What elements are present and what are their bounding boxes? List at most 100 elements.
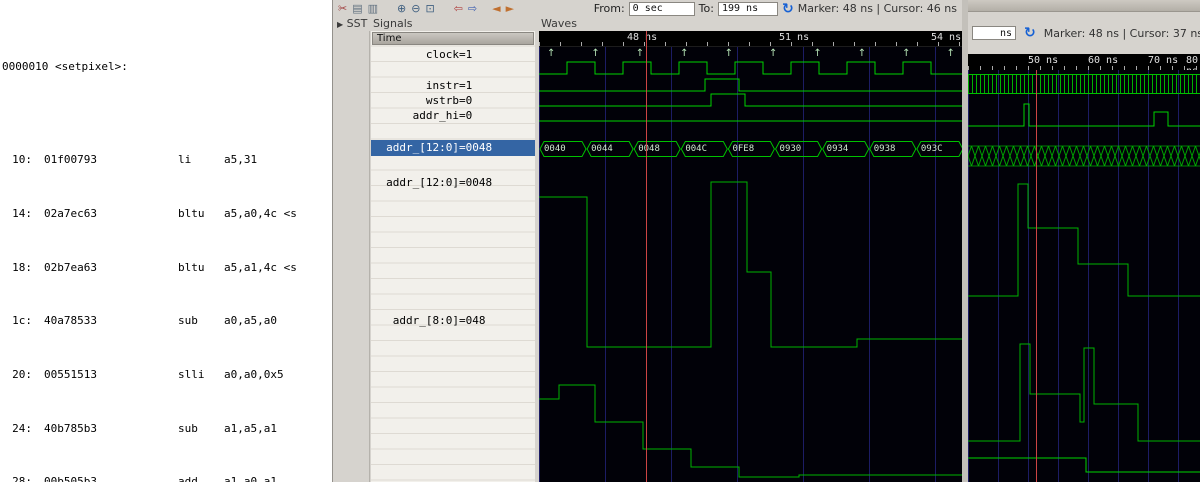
bus-value: 0044 — [591, 144, 613, 154]
shift-left-icon[interactable]: ◄ — [492, 3, 500, 14]
sst-expander[interactable]: ▶ SST — [337, 17, 367, 30]
bus-value-labels: 0040 0044 0048 004C 0FE8 0930 0934 0938 093C — [539, 141, 963, 157]
asm-opcode: 40b785b3 — [44, 421, 97, 435]
asm-line: 18: 02b7ea63 bltu a5,a1,4c <s — [2, 261, 340, 274]
window-titlebar[interactable] — [968, 0, 1200, 12]
wave-analog-spike-1 — [968, 183, 1200, 297]
timescale: 48 ns 51 ns 54 ns — [539, 31, 963, 47]
asm-mnemonic: bltu — [178, 207, 205, 221]
asm-operands: a5,a0,4c <s — [224, 207, 297, 221]
wave-instr-pulses — [968, 103, 1200, 127]
asm-line: 14: 02a7ec63 bltu a5,a0,4c <s — [2, 207, 340, 220]
secondary-waves-pane[interactable] — [968, 70, 1200, 482]
wave-flat-step — [968, 457, 1200, 473]
signal-row-instr[interactable]: instr =1 — [371, 78, 535, 93]
asm-operands: a5,a1,4c <s — [224, 260, 297, 274]
secondary-toolbar: ↻ Marker: 48 ns | Cursor: 37 ns — [968, 12, 1200, 54]
signal-row-wstrb[interactable]: wstrb =0 — [371, 93, 535, 108]
asm-line: 1c: 40a78533 sub a0,a5,a0 — [2, 314, 340, 327]
sst-pane[interactable] — [333, 31, 370, 482]
fetch-left-icon[interactable]: ⇦ — [454, 3, 463, 14]
time-range-group: From: To: ↻ Marker: 48 ns | Cursor: 46 n… — [594, 1, 957, 16]
reload-icon[interactable]: ↻ — [782, 2, 794, 16]
asm-opcode: 01f00793 — [44, 153, 97, 167]
asm-operands: a0,a0,0x5 — [224, 367, 284, 381]
bus-value: 0930 — [779, 144, 802, 154]
waves-pane-title: Waves — [541, 17, 577, 30]
disassembly-terminal[interactable]: 0000010 <setpixel>: 10: 01f00793 li a5,3… — [0, 0, 340, 482]
asm-line: 24: 40b785b3 sub a1,a5,a1 — [2, 422, 340, 435]
wave-analog-spike-2 — [968, 343, 1200, 442]
secondary-gtkwave-window: ↻ Marker: 48 ns | Cursor: 37 ns 50 ns 60… — [962, 0, 1200, 482]
asm-address: 10: — [12, 153, 32, 167]
wave-instr — [539, 78, 963, 92]
shift-right-icon[interactable]: ► — [506, 3, 514, 14]
signal-row-clock[interactable]: clock =1 — [371, 47, 535, 62]
asm-operands: a5,31 — [224, 153, 258, 167]
marker-cursor-status: Marker: 48 ns | Cursor: 46 ns — [797, 2, 957, 15]
fetch-right-icon[interactable]: ⇨ — [468, 3, 477, 14]
signals-pane-title: Signals — [373, 17, 413, 30]
from-input[interactable] — [628, 1, 695, 16]
time-column-header: Time — [372, 32, 534, 45]
asm-line: 28: 00b505b3 add a1,a0,a1 — [2, 475, 340, 482]
secondary-timescale: 50 ns 60 ns 70 ns 80 ns — [968, 54, 1200, 77]
reload-icon[interactable]: ↻ — [1024, 26, 1036, 40]
signal-row-addr-analog[interactable]: addr_[12:0] =0048 — [371, 175, 535, 190]
pane-header-bar: ▶ SST Signals Waves — [333, 17, 963, 31]
signal-row-addr-bus-selected[interactable]: addr_[12:0] =0048 — [371, 140, 535, 156]
timescale-label: 51 ns — [779, 32, 810, 43]
gtkwave-panes: Time clock =1 instr =1 wstrb =0 addr_hi =0 a… — [333, 31, 964, 482]
asm-section-label: 0000010 <setpixel>: — [2, 59, 128, 73]
copy-icon[interactable]: ▤ — [352, 3, 362, 14]
asm-line-list: 10: 01f00793 li a5,31 14: 02a7ec63 bltu … — [2, 100, 340, 482]
paste-icon[interactable]: ▥ — [368, 3, 378, 14]
wave-bus-braided — [968, 145, 1200, 167]
bus-value: 093C — [920, 144, 943, 154]
timescale-label: 48 ns — [627, 32, 658, 43]
asm-opcode: 00b505b3 — [44, 475, 97, 482]
asm-opcode: 00551513 — [44, 367, 97, 381]
asm-line: 10: 01f00793 li a5,31 — [2, 153, 340, 166]
timescale-label: 54 ns — [931, 32, 962, 43]
wave-addr8-analog — [539, 384, 963, 478]
signal-row-addr8-analog[interactable]: addr_[8:0] =048 — [371, 313, 535, 328]
gtkwave-window: ✂ ▤ ▥ ⊕ ⊖ ⊡ ⇦ ⇨ ◄ ► From: To: ↻ Marker: … — [332, 0, 963, 482]
secondary-waveform-svg — [968, 103, 1200, 473]
wave-clock — [539, 61, 963, 75]
timescale-label: 50 ns — [1028, 55, 1059, 66]
asm-address: 20: — [12, 367, 32, 381]
asm-mnemonic: sub — [178, 421, 198, 435]
asm-address: 24: — [12, 421, 32, 435]
signals-pane[interactable]: Time clock =1 instr =1 wstrb =0 addr_hi =0 a… — [371, 31, 535, 482]
wave-clock-dense — [968, 74, 1200, 94]
marker-cursor-status: Marker: 48 ns | Cursor: 37 ns — [1043, 26, 1200, 40]
to-input[interactable] — [717, 1, 778, 16]
timescale-label: 60 ns — [1088, 55, 1119, 66]
asm-opcode: 40a78533 — [44, 314, 97, 328]
bus-value: 0934 — [826, 144, 849, 154]
bus-value: 0FE8 — [732, 144, 755, 154]
wave-wstrb — [539, 93, 963, 107]
waves-pane[interactable]: 48 ns 51 ns 54 ns ↑ ↑ ↑ ↑ ↑ ↑ ↑ ↑ ↑ ↑ 00… — [539, 31, 963, 482]
sst-label: SST — [346, 17, 368, 30]
primary-marker-line — [1036, 70, 1037, 482]
asm-address: 18: — [12, 260, 32, 274]
zoom-out-icon[interactable]: ⊖ — [411, 3, 420, 14]
asm-mnemonic: bltu — [178, 260, 205, 274]
asm-section-setpixel: 0000010 <setpixel>: 10: 01f00793 li a5,3… — [2, 33, 340, 482]
cut-icon[interactable]: ✂ — [338, 3, 347, 14]
asm-opcode: 02a7ec63 — [44, 207, 97, 221]
zoom-in-icon[interactable]: ⊕ — [397, 3, 406, 14]
to-input-partial[interactable] — [972, 26, 1016, 40]
asm-operands: a1,a5,a1 — [224, 421, 277, 435]
signal-row-addr-hi[interactable]: addr_hi =0 — [371, 108, 535, 123]
to-label: To: — [698, 2, 714, 15]
primary-marker-line — [646, 31, 647, 482]
asm-mnemonic: slli — [178, 367, 205, 381]
asm-line: 20: 00551513 slli a0,a0,0x5 — [2, 368, 340, 381]
wave-addr-analog — [539, 181, 963, 348]
asm-operands: a0,a5,a0 — [224, 314, 277, 328]
zoom-fit-icon[interactable]: ⊡ — [425, 3, 434, 14]
asm-mnemonic: add — [178, 475, 198, 482]
